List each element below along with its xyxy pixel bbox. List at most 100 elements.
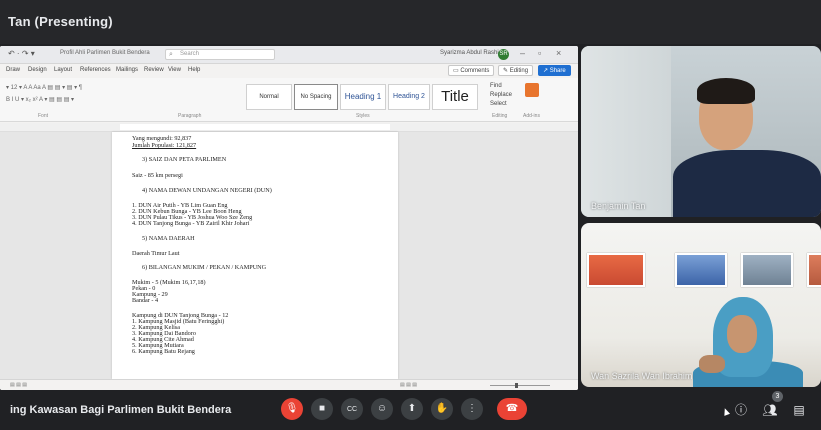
document-filename: Profil Ahli Parlimen Bukit Bendera [60,50,150,56]
addins-icon[interactable] [525,83,539,97]
search-icon: ⌕ [169,51,173,58]
word-search-box[interactable]: ⌕ Search [165,49,275,60]
mouse-cursor [721,407,731,416]
tab-mailings[interactable]: Mailings [116,67,138,73]
call-end-icon: ☎ [505,403,519,414]
participant-name-1: Benjamin Tan [591,201,646,211]
font-group-label: Font [38,113,49,119]
wall-poster-1 [587,253,645,287]
participant-name-2: Wan Sazrila Wan Ibrahim [591,371,693,381]
captions-button[interactable]: CC [341,398,363,420]
participant-tile-2[interactable]: Wan Sazrila Wan Ibrahim [581,223,821,387]
editing-mode-button[interactable]: ✎ Editing [498,65,534,76]
participant-tile-1[interactable]: Benjamin Tan [581,46,821,217]
tab-help[interactable]: Help [188,67,200,73]
document-line: Daerah Timur Laut [132,250,180,257]
status-info: ▤ ▤ ▤ [10,382,27,388]
camera-toggle-button[interactable]: ■ [311,398,333,420]
presenter-bar: Tan (Presenting) [0,0,821,44]
minimize-icon[interactable]: – [520,48,525,58]
style-no-spacing[interactable]: No Spacing [294,84,338,110]
tab-view[interactable]: View [168,67,181,73]
document-page[interactable]: Yang mengundi: 92,837 Jumlah Populasi: 12… [112,132,398,379]
more-options-button[interactable]: ⋮ [461,398,483,420]
maximize-icon[interactable]: ▫ [538,48,541,58]
view-buttons[interactable]: ▤ ▤ ▤ [400,382,417,388]
paragraph-group-label: Paragraph [178,113,202,119]
people-icon: 👥︎ [762,403,778,417]
tab-layout[interactable]: Layout [54,67,72,73]
wall-poster-4 [807,253,821,287]
participant-video-face [727,315,757,353]
presenting-title: Tan (Presenting) [8,14,113,29]
meet-window: Tan (Presenting) ↶ · ↷ ▾ Profil Ahli Par… [0,0,821,430]
wall-poster-2 [675,253,727,287]
participant-video-hair [697,78,755,104]
leave-call-button[interactable]: ☎ [497,398,527,420]
editing-group-label: Editing [492,113,508,119]
chat-icon: ▤ [793,403,805,417]
tab-review[interactable]: Review [144,67,164,73]
ribbon-home: ▾ 12 ▾ A A Aa A ▤ ▤ ▾ ▤ ▾ ¶ B I U ▾ x₂ x… [0,78,578,122]
people-button[interactable]: 👥︎ [762,402,778,418]
style-heading-1[interactable]: Heading 1 [340,84,386,110]
zoom-slider-knob[interactable] [515,383,518,388]
font-format-controls[interactable]: B I U ▾ x₂ x² A ▾ ▤ ▤ ▤ ▾ [6,96,74,103]
document-line: 4. DUN Tanjong Bunga - YB Zairil Khir Jo… [132,220,250,227]
word-statusbar: ▤ ▤ ▤ ▤ ▤ ▤ [0,379,578,390]
font-controls[interactable]: ▾ 12 ▾ A A Aa A ▤ ▤ ▾ ▤ ▾ ¶ [6,84,82,91]
more-vert-icon: ⋮ [467,403,477,414]
word-titlebar: ↶ · ↷ ▾ Profil Ahli Parlimen Bukit Bende… [0,46,578,64]
document-line: Saiz - 85 km persegi [132,172,183,179]
videocam-icon: ■ [318,403,326,414]
style-heading-2[interactable]: Heading 2 [388,84,430,110]
zoom-slider[interactable] [490,385,550,386]
style-normal[interactable]: Normal [246,84,292,110]
mic-toggle-button[interactable]: 🎙︎ [281,398,303,420]
tab-references[interactable]: References [80,67,111,73]
share-label: Share [549,68,566,74]
close-icon[interactable]: × [556,48,561,58]
styles-group-label: Styles [356,113,370,119]
shared-screen: ↶ · ↷ ▾ Profil Ahli Parlimen Bukit Bende… [0,46,578,390]
document-line: 6. Kampung Batu Rejang [132,348,195,355]
editing-group: Find Replace Select [490,82,512,109]
info-icon: ⓘ [734,403,747,417]
comments-button[interactable]: ▭ Comments [448,65,495,76]
quick-access-toolbar[interactable]: ↶ · ↷ ▾ [8,49,35,58]
ribbon-tabs: Draw Design Layout References Mailings R… [0,64,578,78]
share-button[interactable]: ↗ Share [538,65,571,76]
document-line: Yang mengundi: 92,837 [132,135,192,142]
wall-poster-3 [741,253,793,287]
tab-design[interactable]: Design [28,67,47,73]
pencil-icon: ✎ [503,68,510,74]
participant-video-body [673,150,821,217]
emoji-button[interactable]: ☺ [371,398,393,420]
present-icon: ⬆ [407,403,417,414]
style-title[interactable]: Title [432,84,478,110]
raise-hand-button[interactable]: ✋ [431,398,453,420]
present-button[interactable]: ⬆ [401,398,423,420]
chat-button[interactable]: ▤ [791,402,807,418]
document-line: Bandar - 4 [132,297,159,304]
share-icon: ↗ [543,68,550,74]
info-button[interactable]: ⓘ [733,402,749,418]
document-line: 5) NAMA DAERAH [142,235,195,242]
raise-hand-icon: ✋ [435,403,449,414]
replace-button[interactable]: Replace [490,91,512,100]
document-area[interactable]: Yang mengundi: 92,837 Jumlah Populasi: 12… [0,132,578,379]
ruler[interactable] [0,123,578,132]
editing-label: Editing [509,68,529,74]
people-count-badge: 3 [772,391,783,402]
word-user-avatar[interactable]: SR [498,49,509,60]
addins-label: Add-ins [523,113,540,119]
meeting-name: ing Kawasan Bagi Parlimen Bukit Bendera [10,404,232,416]
background-window [581,46,671,217]
document-line: 6) BILANGAN MUKIM / PEKAN / KAMPUNG [142,264,267,271]
tab-draw[interactable]: Draw [6,67,20,73]
document-line: Jumlah Populasi: 121,827 [132,142,197,149]
ruler-area [120,124,390,130]
find-button[interactable]: Find [490,82,512,91]
document-line: 3) SAIZ DAN PETA PARLIMEN [142,156,227,163]
select-button[interactable]: Select [490,100,512,109]
